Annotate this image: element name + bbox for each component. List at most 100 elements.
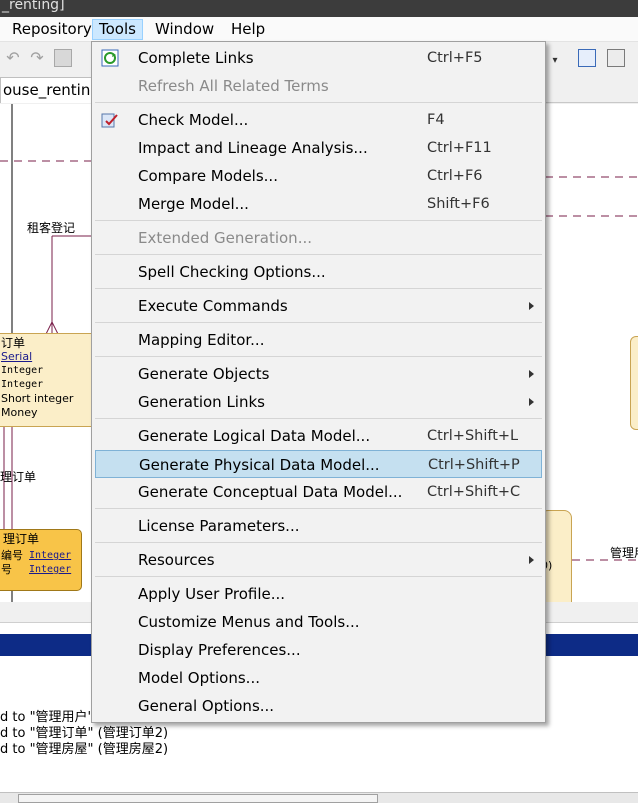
menu-item-generate-conceptual-data-model[interactable]: Generate Conceptual Data Model... Ctrl+Sh…	[95, 478, 542, 506]
menu-item-label: Check Model...	[138, 111, 249, 129]
entity-manage-order-row-name: 号	[1, 563, 12, 576]
menu-item-label: Complete Links	[138, 49, 254, 67]
entity-order-row: Money	[1, 406, 38, 419]
menu-item-label: Customize Menus and Tools...	[138, 613, 360, 631]
entity-order-row: Integer	[1, 365, 44, 376]
menu-separator	[95, 288, 542, 289]
menu-item-generate-physical-data-model[interactable]: Generate Physical Data Model... Ctrl+Shif…	[95, 450, 542, 478]
menu-item-label: Generate Logical Data Model...	[138, 427, 371, 445]
relation-label-manage-order: 理订单	[0, 470, 37, 484]
menu-item-merge-model[interactable]: Merge Model... Shift+F6	[95, 190, 542, 218]
menu-item-generate-objects[interactable]: Generate Objects	[95, 360, 542, 388]
print-icon[interactable]	[54, 49, 72, 67]
document-tab[interactable]: ouse_renting	[0, 77, 96, 103]
menu-item-customize-menus-and-tools[interactable]: Customize Menus and Tools...	[95, 608, 542, 636]
menu-item-display-preferences[interactable]: Display Preferences...	[95, 636, 542, 664]
menu-separator	[95, 322, 542, 323]
submenu-arrow-icon	[529, 302, 534, 310]
menu-separator	[95, 254, 542, 255]
menu-item-generate-logical-data-model[interactable]: Generate Logical Data Model... Ctrl+Shift…	[95, 422, 542, 450]
menu-item-label: Model Options...	[138, 669, 260, 687]
output-horizontal-scrollbar[interactable]	[18, 794, 378, 803]
menu-item-label: Merge Model...	[138, 195, 249, 213]
menu-item-label: Execute Commands	[138, 297, 288, 315]
menu-item-label: Generation Links	[138, 393, 265, 411]
output-line: d to "管理房屋" (管理房屋2)	[0, 742, 169, 757]
menu-separator	[95, 356, 542, 357]
window-titlebar: _renting]	[0, 0, 638, 17]
menu-item-shortcut: Ctrl+F11	[427, 140, 492, 156]
check-model-icon	[101, 111, 119, 129]
submenu-arrow-icon	[529, 398, 534, 406]
menu-item-license-parameters[interactable]: License Parameters...	[95, 512, 542, 540]
menu-separator	[95, 102, 542, 103]
entity-right-edge[interactable]	[630, 336, 638, 430]
menu-item-apply-user-profile[interactable]: Apply User Profile...	[95, 580, 542, 608]
menu-item-label: Display Preferences...	[138, 641, 301, 659]
menu-item-label: Refresh All Related Terms	[138, 77, 329, 95]
menu-item-label: General Options...	[138, 697, 275, 715]
menu-item-label: Spell Checking Options...	[138, 263, 326, 281]
status-bar	[0, 792, 638, 803]
menu-repository[interactable]: Repository	[6, 19, 98, 40]
menu-tools[interactable]: Tools	[92, 19, 143, 40]
menu-help[interactable]: Help	[225, 19, 271, 40]
relation-label-tenant-register: 租客登记	[27, 221, 76, 235]
submenu-arrow-icon	[529, 556, 534, 564]
menu-item-check-model[interactable]: Check Model... F4	[95, 106, 542, 134]
refresh-links-icon	[101, 49, 119, 67]
menu-item-shortcut: Ctrl+Shift+C	[427, 484, 521, 500]
entity-order-row: Integer	[1, 379, 44, 390]
redo-icon[interactable]: ↷	[28, 49, 46, 67]
menu-item-label: Compare Models...	[138, 167, 278, 185]
menu-item-general-options[interactable]: General Options...	[95, 692, 542, 720]
menu-separator	[95, 418, 542, 419]
menu-item-resources[interactable]: Resources	[95, 546, 542, 574]
menu-item-compare-models[interactable]: Compare Models... Ctrl+F6	[95, 162, 542, 190]
menu-item-label: Generate Objects	[138, 365, 270, 383]
window-title: _renting]	[2, 0, 65, 13]
entity-order-row: Short integer	[1, 392, 74, 405]
relation-label-manage-user: 管理用	[610, 546, 638, 560]
submenu-arrow-icon	[529, 370, 534, 378]
menu-item-label: Extended Generation...	[138, 229, 312, 247]
entity-manage-order-heading: 理订单	[3, 532, 40, 546]
menu-item-refresh-all-related-terms: Refresh All Related Terms	[95, 72, 542, 100]
menu-window[interactable]: Window	[149, 19, 220, 40]
menu-item-impact-and-lineage-analysis[interactable]: Impact and Lineage Analysis... Ctrl+F11	[95, 134, 542, 162]
entity-manage-order-row-type: Integer	[29, 550, 72, 561]
menu-item-spell-checking-options[interactable]: Spell Checking Options...	[95, 258, 542, 286]
menu-item-shortcut: Shift+F6	[427, 196, 490, 212]
entity-manage-order-row-type: Integer	[29, 564, 72, 575]
menu-item-shortcut: Ctrl+Shift+L	[427, 428, 519, 444]
menu-item-shortcut: Ctrl+F6	[427, 168, 483, 184]
entity-order-row: Serial	[1, 350, 33, 363]
menu-item-shortcut: Ctrl+F5	[427, 50, 483, 66]
menu-item-label: Generate Conceptual Data Model...	[138, 483, 403, 501]
menu-item-complete-links[interactable]: Complete Links Ctrl+F5	[95, 44, 542, 72]
menu-item-mapping-editor[interactable]: Mapping Editor...	[95, 326, 542, 354]
menubar: Repository Tools Window Help	[0, 17, 638, 42]
menu-separator	[95, 576, 542, 577]
menu-separator	[95, 508, 542, 509]
menu-item-label: License Parameters...	[138, 517, 300, 535]
entity-manage-order-row-name: 编号	[1, 549, 23, 562]
menu-item-label: Generate Physical Data Model...	[139, 456, 380, 474]
menu-item-shortcut: Ctrl+Shift+P	[428, 457, 520, 473]
menu-item-extended-generation: Extended Generation...	[95, 224, 542, 252]
menu-item-model-options[interactable]: Model Options...	[95, 664, 542, 692]
menu-item-shortcut: F4	[427, 112, 445, 128]
entity-manage-order[interactable]: 理订单 编号 Integer 号 Integer	[0, 529, 82, 591]
undo-icon[interactable]: ↶	[4, 49, 22, 67]
view-icon[interactable]	[578, 49, 596, 67]
menu-separator	[95, 220, 542, 221]
entity-order[interactable]: 订单 Serial Integer Integer Short integer …	[0, 333, 94, 427]
layout-icon[interactable]	[607, 49, 625, 67]
menu-item-label: Resources	[138, 551, 215, 569]
menu-item-label: Apply User Profile...	[138, 585, 286, 603]
menu-separator	[95, 542, 542, 543]
menu-item-label: Impact and Lineage Analysis...	[138, 139, 368, 157]
menu-item-generation-links[interactable]: Generation Links	[95, 388, 542, 416]
menu-item-execute-commands[interactable]: Execute Commands	[95, 292, 542, 320]
toolbar-overflow-icon[interactable]: ▾	[548, 55, 562, 73]
